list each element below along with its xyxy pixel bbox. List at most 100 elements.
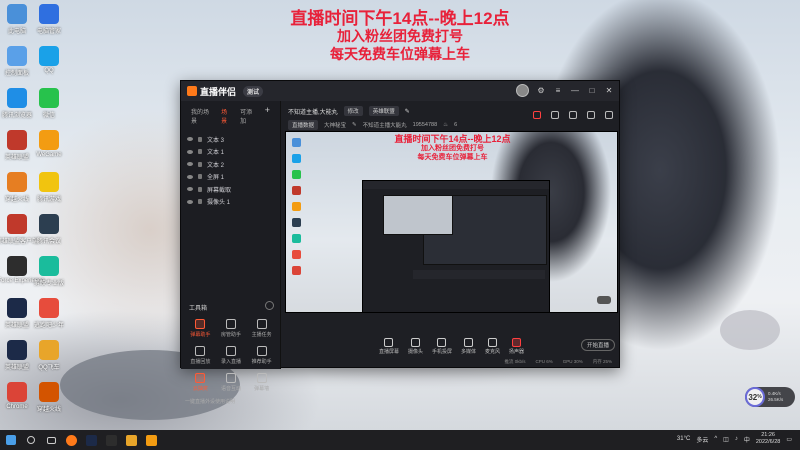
scene-list: 文本 3 文本 1 文本 2 全屏 1 屏幕截取 摄像头 1 (181, 131, 280, 210)
tool-button[interactable]: 主播任务 (246, 319, 277, 338)
toolbar-button[interactable]: 扬声器 (509, 337, 524, 355)
taskbar-app-3[interactable] (102, 431, 120, 449)
toolbox-help-link[interactable]: 一键直播外设使用说明 (185, 398, 277, 405)
share-icon[interactable] (569, 111, 577, 119)
live-preview[interactable]: 直播时间下午14点--晚上12点 加入粉丝团免费打号 每天免费车位弹幕上车 (285, 131, 618, 313)
taskbar-app-5[interactable] (142, 431, 160, 449)
taskbar-task-view[interactable] (42, 431, 60, 449)
taskbar-app-2[interactable] (82, 431, 100, 449)
wegame-icon[interactable]: WeGame (34, 130, 64, 170)
room-id: 19554788 (412, 122, 438, 128)
room-status-tag[interactable]: 直播数据 (288, 120, 319, 130)
scene-item[interactable]: 屏幕截取 (187, 183, 274, 196)
nvidia-icon[interactable]: GeForce Experience (0, 256, 45, 296)
windows-taskbar: 31°C 多云 ^ ◫ ♪ 中 21:26 2022/6/28 ▭ (0, 430, 800, 450)
minimize-icon[interactable]: — (570, 86, 580, 96)
tool-button[interactable]: 弹幕助手 (185, 319, 216, 338)
lol-icon[interactable]: 英雄联盟 (2, 130, 32, 170)
tab-my-scenes[interactable]: 我的场景 (191, 107, 213, 125)
taskbar-search[interactable] (22, 431, 40, 449)
speed-icon[interactable]: QQ飞车 (34, 340, 64, 380)
game-icon-1[interactable]: 逃跑吧少年 (34, 298, 64, 338)
settings-icon-2[interactable] (605, 111, 613, 119)
category-tag[interactable]: 英雄联盟 (368, 106, 399, 116)
pencil-icon[interactable]: ✎ (405, 108, 410, 115)
lock-icon[interactable] (198, 174, 202, 180)
close-icon[interactable]: ✕ (604, 86, 614, 96)
menu-icon[interactable]: ≡ (553, 86, 563, 96)
user-avatar[interactable] (516, 84, 529, 97)
taskbar-clock[interactable]: 21:26 2022/6/28 (756, 432, 780, 446)
network-icon[interactable]: ◫ (723, 436, 729, 443)
notification-icon[interactable]: ▭ (786, 436, 792, 443)
toolbox-more-icon[interactable] (265, 301, 274, 310)
toolbar-button[interactable]: 麦克风 (485, 337, 500, 355)
eye-icon[interactable] (187, 199, 193, 204)
eye-icon[interactable] (187, 149, 193, 154)
lock-icon[interactable] (551, 111, 559, 119)
start-button[interactable] (2, 431, 20, 449)
bell-icon[interactable] (587, 111, 595, 119)
scene-item[interactable]: 全屏 1 (187, 171, 274, 184)
browser-icon[interactable]: 腾讯浏览器 (2, 88, 32, 128)
scene-label: 文本 1 (207, 150, 225, 157)
tencent-game-icon[interactable]: 腾讯游戏 (34, 172, 64, 212)
capcut-icon[interactable]: 剪映专业版 (34, 256, 64, 296)
toolbar-button[interactable]: 摄像头 (408, 337, 423, 355)
lock-icon[interactable] (198, 136, 202, 142)
eye-icon[interactable] (187, 162, 193, 167)
weather-text[interactable]: 多云 (696, 435, 708, 444)
scene-item[interactable]: 摄像头 1 (187, 196, 274, 209)
add-scene-icon[interactable]: + (265, 106, 270, 125)
tab-addable[interactable]: 可添加 (240, 107, 257, 125)
tab-scenes[interactable]: 场景 (221, 107, 232, 125)
taskbar-app-1[interactable] (62, 431, 80, 449)
wechat-icon[interactable]: 微信 (34, 88, 64, 128)
lol-icon-3[interactable]: 英雄联盟 (2, 340, 32, 380)
cf-icon[interactable]: 穿越火线 (2, 172, 32, 212)
meeting-icon[interactable]: 腾讯会议 (34, 214, 64, 254)
network-widget[interactable]: 32% 0.4K/s 26.5K/s (745, 387, 795, 407)
eye-icon[interactable] (187, 137, 193, 142)
scene-item[interactable]: 文本 3 (187, 133, 274, 146)
lock-icon[interactable] (198, 199, 202, 205)
tool-button[interactable]: 推荐助手 (246, 346, 277, 365)
tool-button[interactable]: 房管助手 (216, 319, 247, 338)
taskbar-app-4[interactable] (122, 431, 140, 449)
net-rates: 0.4K/s 26.5K/s (768, 391, 783, 403)
toolbar-button[interactable]: 多媒体 (461, 337, 476, 355)
tool-button[interactable]: 弹幕墙 (246, 373, 277, 392)
cf-icon-2[interactable]: 穿越火线 (34, 382, 64, 422)
toolbar-button[interactable]: 直播屏幕 (379, 337, 399, 355)
start-live-button[interactable]: 开始直播 (581, 339, 615, 351)
preview-desktop-icons (292, 138, 310, 282)
lol-icon-2[interactable]: 英雄联盟 (2, 298, 32, 338)
lock-icon[interactable] (198, 186, 202, 192)
settings-icon[interactable]: ⚙ (536, 86, 546, 96)
eye-icon[interactable] (187, 187, 193, 192)
maximize-icon[interactable]: □ (587, 86, 597, 96)
record-icon[interactable] (533, 111, 541, 119)
lol-client-icon[interactable]: 英雄联盟客户端 (0, 214, 38, 254)
toolbar-icon (464, 337, 473, 347)
eye-icon[interactable] (187, 174, 193, 179)
volume-icon[interactable]: ♪ (735, 436, 738, 442)
tool-button[interactable]: 语音互动 (216, 373, 247, 392)
tool-button[interactable]: 录入直播 (216, 346, 247, 365)
weather-temp[interactable]: 31°C (677, 436, 690, 442)
task-view-icon (46, 436, 56, 444)
lock-icon[interactable] (198, 161, 202, 167)
tool-button[interactable]: 直播回放 (185, 346, 216, 365)
toolbar-button[interactable]: 手机投屏 (432, 337, 452, 355)
tool-button[interactable]: 云抽奖 (185, 373, 216, 392)
scene-item[interactable]: 文本 1 (187, 146, 274, 159)
lock-icon[interactable] (198, 149, 202, 155)
pencil-icon-2[interactable]: ✎ (352, 122, 357, 128)
ime-lang[interactable]: 中 (744, 435, 750, 444)
chrome-icon[interactable]: Chrome (2, 382, 32, 422)
edit-title-button[interactable]: 修改 (343, 106, 363, 116)
scene-item[interactable]: 文本 2 (187, 158, 274, 171)
cf-icon-2-glyph (39, 382, 59, 402)
version-badge[interactable]: 测试 (243, 85, 264, 97)
tray-up-icon[interactable]: ^ (714, 436, 717, 442)
